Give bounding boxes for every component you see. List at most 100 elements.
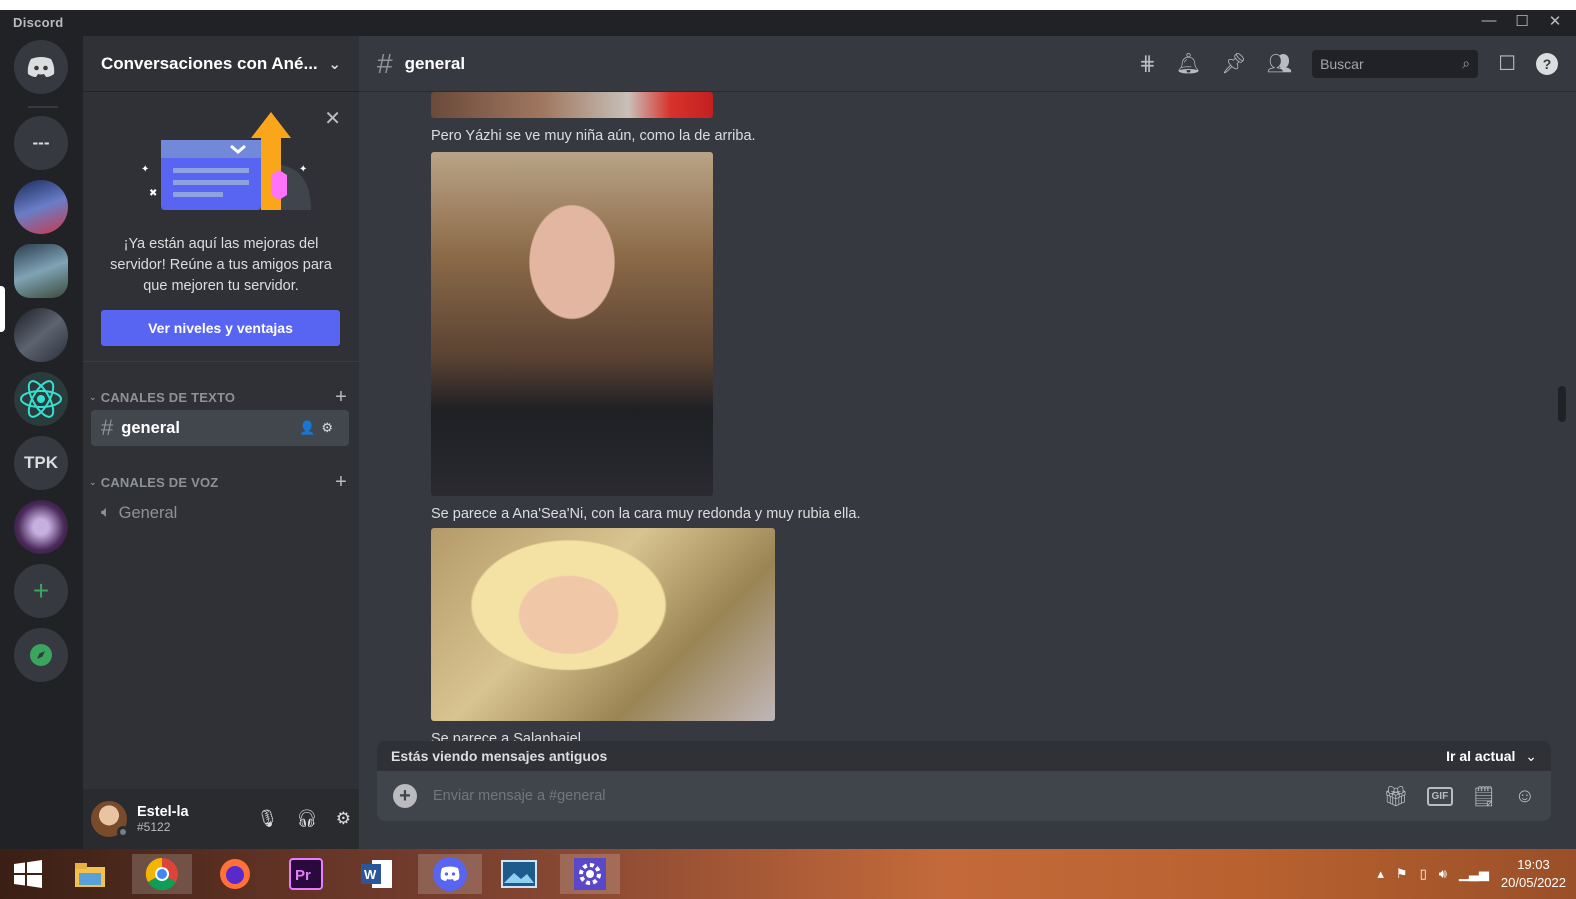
- explore-servers-button[interactable]: [14, 628, 68, 682]
- taskbar-discord[interactable]: [418, 854, 482, 894]
- message-image-portrait[interactable]: [431, 152, 713, 496]
- category-text-label: CANALES DE TEXTO: [100, 390, 236, 405]
- server-icon-3[interactable]: [14, 308, 68, 362]
- clock-time: 19:03: [1517, 857, 1550, 872]
- help-icon[interactable]: ?: [1536, 52, 1558, 75]
- server-folder[interactable]: ---: [14, 116, 68, 170]
- chrome-icon: [145, 857, 178, 891]
- members-icon[interactable]: 👥︎: [1267, 51, 1292, 76]
- start-button[interactable]: [0, 854, 56, 894]
- server-tpk[interactable]: TPK: [14, 436, 68, 490]
- svg-text:✦: ✦: [141, 164, 149, 175]
- gear-icon[interactable]: ⚙: [336, 809, 351, 829]
- channel-general-text[interactable]: # general 👤⚙: [91, 410, 349, 446]
- scrollbar-thumb[interactable]: [1558, 386, 1566, 422]
- svg-text:Pr: Pr: [295, 867, 311, 884]
- server-icon-atom[interactable]: [14, 372, 68, 426]
- gift-icon[interactable]: 🎁︎: [1383, 784, 1408, 809]
- promo-text: ¡Ya están aquí las mejoras del servidor!…: [110, 236, 332, 294]
- taskbar-settings[interactable]: [560, 854, 620, 894]
- microphone-icon[interactable]: 🎙︎: [257, 809, 279, 829]
- battery-icon[interactable]: ▯: [1420, 866, 1427, 882]
- word-icon: W: [361, 860, 392, 888]
- taskbar-premiere[interactable]: Pr: [276, 854, 336, 894]
- server-icon-6[interactable]: [14, 500, 68, 554]
- system-tray: ▴ ⚑ ▯ 🔊︎ ▁▃▅ 19:03 20/05/2022: [1377, 849, 1566, 899]
- user-info[interactable]: Estel-la #5122: [137, 804, 189, 834]
- clock-date: 20/05/2022: [1500, 875, 1566, 890]
- volume-icon[interactable]: 🔊︎: [1439, 866, 1447, 882]
- bell-icon[interactable]: 🔔︎: [1176, 51, 1201, 76]
- channel-controls: 👤⚙: [299, 420, 339, 436]
- taskbar-firefox[interactable]: [205, 854, 265, 894]
- threads-icon[interactable]: ⋕: [1139, 51, 1156, 76]
- avatar[interactable]: [91, 801, 129, 838]
- message-image-cropped[interactable]: [431, 92, 713, 118]
- premiere-icon: Pr: [289, 858, 323, 890]
- message-image-blonde[interactable]: [431, 528, 775, 721]
- user-panel: Estel-la #5122 🎙︎ 🎧︎ ⚙: [83, 789, 359, 849]
- pin-icon[interactable]: 📌︎: [1221, 51, 1246, 76]
- compass-icon: [30, 644, 52, 666]
- old-messages-bar: Estás viendo mensajes antiguos Ir al act…: [377, 741, 1551, 771]
- add-text-channel-icon[interactable]: +: [335, 386, 347, 409]
- svg-text:✦: ✦: [299, 164, 307, 175]
- channel-general-voice[interactable]: 🔈︎ General: [91, 495, 349, 531]
- taskbar-chrome[interactable]: [132, 854, 192, 894]
- network-icon[interactable]: ▁▃▅: [1459, 866, 1489, 882]
- title-bar: Discord — ☐ ✕: [0, 10, 1576, 36]
- windows-taskbar: Pr W ▴ ⚑ ▯ 🔊︎ ▁▃▅ 19:03 20/05/2022: [0, 849, 1576, 899]
- user-discriminator: #5122: [137, 820, 171, 834]
- chat-area: # general ⋕ 🔔︎ 📌︎ 👥︎ Buscar ⌕ ☐ ? Pero Y…: [359, 36, 1576, 849]
- inbox-icon[interactable]: ☐: [1498, 51, 1516, 76]
- server-icon-1[interactable]: [14, 180, 68, 234]
- gear-icon[interactable]: ⚙: [321, 420, 339, 435]
- channel-header: # general ⋕ 🔔︎ 📌︎ 👥︎ Buscar ⌕ ☐ ?: [359, 36, 1576, 92]
- firefox-icon: [220, 859, 250, 889]
- chevron-up-icon[interactable]: ▴: [1377, 866, 1384, 882]
- chevron-down-icon: ⌄: [1525, 747, 1537, 764]
- jump-label: Ir al actual: [1446, 747, 1516, 764]
- flag-icon[interactable]: ⚑: [1396, 866, 1408, 882]
- close-window-button[interactable]: ✕: [1545, 12, 1565, 30]
- add-server-button[interactable]: +: [14, 564, 68, 618]
- gif-button[interactable]: GIF: [1426, 786, 1454, 806]
- server-name: Conversaciones con Ané...: [101, 53, 318, 73]
- svg-text:✖: ✖: [149, 188, 157, 199]
- photos-icon: [501, 860, 537, 888]
- clock[interactable]: 19:03 20/05/2022: [1501, 856, 1566, 892]
- home-discord-button[interactable]: [14, 40, 68, 94]
- channel-sidebar: Conversaciones con Ané... ⌄ ✕ ✦ ✦ ✖ ¡Ya …: [83, 36, 359, 849]
- message-text: Se parece a Ana'Sea'Ni, con la cara muy …: [431, 506, 861, 522]
- sticker-icon[interactable]: 🗒︎: [1471, 784, 1496, 809]
- boost-illustration-icon: ✦ ✦ ✖: [141, 112, 311, 210]
- hash-icon: #: [101, 415, 114, 440]
- taskbar-file-explorer[interactable]: [60, 854, 120, 894]
- message-input[interactable]: Enviar mensaje a #general: [433, 788, 606, 804]
- jump-to-present-button[interactable]: Ir al actual ⌄: [1446, 748, 1537, 765]
- minimize-button[interactable]: —: [1479, 12, 1499, 29]
- see-tiers-button[interactable]: Ver niveles y ventajas: [101, 310, 340, 346]
- server-header[interactable]: Conversaciones con Ané... ⌄: [83, 36, 359, 92]
- username: Estel-la: [137, 804, 189, 820]
- chevron-down-icon: ⌄: [89, 392, 97, 402]
- invite-icon[interactable]: 👤: [299, 420, 321, 435]
- discord-icon: [27, 57, 55, 77]
- add-attachment-icon[interactable]: +: [393, 784, 417, 808]
- add-voice-channel-icon[interactable]: +: [335, 471, 347, 494]
- maximize-button[interactable]: ☐: [1512, 12, 1532, 30]
- message-composer[interactable]: + Enviar mensaje a #general 🎁︎ GIF 🗒︎ ☺: [377, 771, 1551, 821]
- server-icon-selected[interactable]: [14, 244, 68, 298]
- category-text-channels[interactable]: ⌄ CANALES DE TEXTO +: [89, 386, 347, 409]
- category-voice-label: CANALES DE VOZ: [100, 475, 219, 490]
- search-input[interactable]: Buscar ⌕: [1312, 49, 1479, 78]
- close-icon[interactable]: ✕: [324, 106, 341, 131]
- emoji-icon[interactable]: ☺: [1515, 785, 1535, 808]
- atom-icon: [20, 380, 62, 418]
- category-voice-channels[interactable]: ⌄ CANALES DE VOZ +: [89, 471, 347, 494]
- taskbar-word[interactable]: W: [347, 854, 407, 894]
- old-messages-label: Estás viendo mensajes antiguos: [391, 748, 608, 764]
- scrollbar[interactable]: [1558, 96, 1566, 736]
- headphones-icon[interactable]: 🎧︎: [296, 809, 318, 829]
- taskbar-photos[interactable]: [489, 854, 549, 894]
